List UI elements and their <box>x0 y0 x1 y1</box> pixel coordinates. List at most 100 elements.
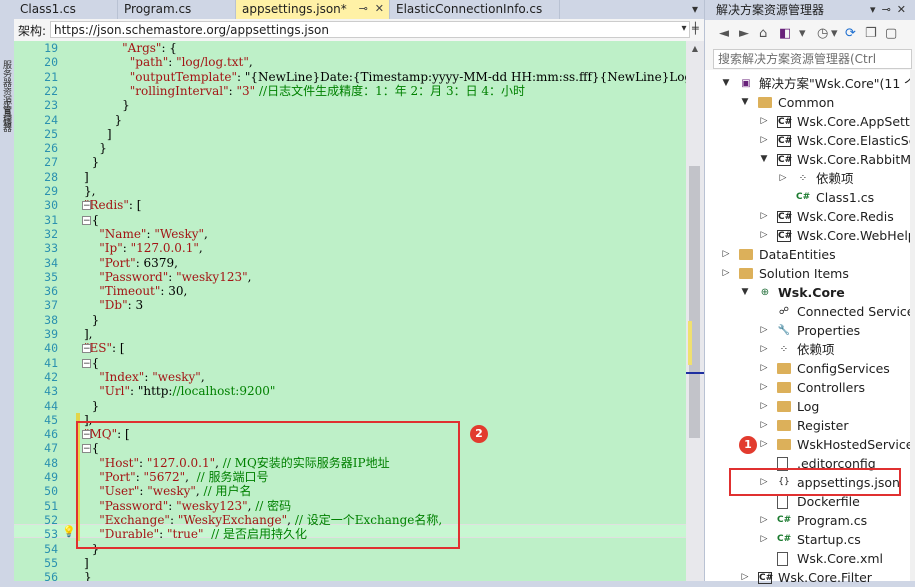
tree-item-label: Common <box>778 95 835 110</box>
tree-item[interactable]: ▷ Log <box>705 397 915 416</box>
chevron-right-icon[interactable]: ▷ <box>759 131 769 150</box>
tree-item[interactable]: ▷ 🔧 Properties <box>705 321 915 340</box>
tree-item[interactable]: ▷ C# Wsk.Core.WebHelp <box>705 226 915 245</box>
tree-item[interactable]: ▼ Common <box>705 93 915 112</box>
history-icon[interactable]: ◷ <box>817 26 828 41</box>
chevron-right-icon[interactable]: ▷ <box>740 568 750 587</box>
vs-switch-views-icon[interactable]: ◧ <box>779 26 791 41</box>
code-line: } <box>84 98 130 113</box>
annotation-badge-1: 1 <box>739 436 757 454</box>
dropdown-icon[interactable]: ▾ <box>799 26 806 41</box>
chevron-right-icon[interactable]: ▷ <box>721 264 731 283</box>
chevron-right-icon[interactable]: ▷ <box>759 359 769 378</box>
chevron-right-icon[interactable]: ▷ <box>778 169 788 188</box>
fold-toggle-icon[interactable]: − <box>82 215 91 225</box>
schema-input[interactable]: https://json.schemastore.org/appsettings… <box>50 21 690 38</box>
tab-label: Program.cs <box>124 2 192 16</box>
code-line: } <box>84 112 123 127</box>
chevron-down-icon[interactable]: ▾ <box>831 26 838 41</box>
tree-item[interactable]: ▷ C# Wsk.Core.Redis <box>705 207 915 226</box>
chevron-down-icon[interactable]: ▼ <box>759 150 769 169</box>
forward-icon[interactable]: ► <box>739 26 749 41</box>
solution-search-input[interactable]: 搜索解决方案资源管理器(Ctrl <box>713 49 912 69</box>
chevron-right-icon[interactable]: ▷ <box>759 112 769 131</box>
chevron-down-icon[interactable]: ▼ <box>721 74 731 93</box>
tree-item[interactable]: ▷ C# Wsk.Core.Filter <box>705 568 915 587</box>
chevron-down-icon[interactable]: ▼ <box>740 93 750 112</box>
collapse-all-icon[interactable]: ❐ <box>865 26 877 41</box>
tree-item[interactable]: ▷ Register <box>705 416 915 435</box>
tree-item-label: 依赖项 <box>816 171 854 186</box>
tree-item[interactable]: ▷ WskHostedService <box>705 435 915 454</box>
pin-icon[interactable]: ⊸ <box>359 2 368 15</box>
chevron-right-icon[interactable]: ▷ <box>759 416 769 435</box>
tree-item[interactable]: ▷ C# Startup.cs <box>705 530 915 549</box>
pin-icon[interactable]: ⊸ <box>882 3 897 16</box>
lightbulb-icon[interactable]: 💡 <box>62 525 76 538</box>
tab-elasticconnectioninfo[interactable]: ElasticConnectionInfo.cs <box>390 0 560 19</box>
tab-program[interactable]: Program.cs <box>118 0 236 19</box>
tree-item[interactable]: ▷ Solution Items <box>705 264 915 283</box>
tree-item[interactable]: ▷ C# Program.cs <box>705 511 915 530</box>
line-number: 48 <box>44 455 58 470</box>
tree-vertical-scrollbar[interactable] <box>910 70 915 581</box>
chevron-right-icon[interactable]: ▷ <box>759 207 769 226</box>
tree-item[interactable]: ☍ Connected Service <box>705 302 915 321</box>
tree-item-label: 解决方案"Wsk.Core"(11 个 <box>759 76 915 91</box>
chevron-down-icon[interactable]: ▾ <box>870 3 882 16</box>
csharp-project-icon: C# <box>777 135 793 147</box>
line-number: 32 <box>44 226 58 241</box>
code-line: } <box>84 155 100 170</box>
fold-toggle-icon[interactable]: − <box>82 201 91 211</box>
chevron-right-icon[interactable]: ▷ <box>759 321 769 340</box>
tab-appsettings[interactable]: appsettings.json* ⊸ ✕ <box>236 0 390 19</box>
line-number: 47 <box>44 441 58 456</box>
close-icon[interactable]: ✕ <box>897 3 912 16</box>
editor-vertical-scrollbar[interactable]: ▲ <box>686 41 704 581</box>
tabs-dropdown-icon[interactable]: ▾ <box>686 0 704 19</box>
schema-label: 架构: <box>18 24 47 38</box>
tree-item[interactable]: ▷ Controllers <box>705 378 915 397</box>
tree-item[interactable]: ▷ DataEntities <box>705 245 915 264</box>
tree-item[interactable]: ▼ ▣ 解决方案"Wsk.Core"(11 个 <box>705 74 915 93</box>
scroll-up-icon[interactable]: ▲ <box>686 43 704 55</box>
tab-class1[interactable]: Class1.cs <box>14 0 118 19</box>
tree-item[interactable]: ▷ ⁘ 依赖项 <box>705 340 915 359</box>
chevron-right-icon[interactable]: ▷ <box>759 435 769 454</box>
code-line: } <box>84 398 100 413</box>
line-number: 52 <box>44 512 58 527</box>
split-editor-icon[interactable]: ╪ <box>692 21 702 38</box>
line-number: 44 <box>44 398 58 413</box>
chevron-right-icon[interactable]: ▷ <box>759 397 769 416</box>
fold-toggle-icon[interactable]: − <box>82 344 91 354</box>
code-editor[interactable]: 19 "Args": {20 "path": "log/log.txt", 21 … <box>14 41 686 581</box>
refresh-icon[interactable]: ⟳ <box>845 26 856 41</box>
back-icon[interactable]: ◄ <box>719 26 729 41</box>
toolbox-tab[interactable]: 工具箱 <box>1 100 13 190</box>
chevron-down-icon[interactable]: ▼ <box>740 283 750 302</box>
code-line: "Timeout": 30, <box>99 284 188 299</box>
tree-item[interactable]: ▷ C# Wsk.Core.AppSetti <box>705 112 915 131</box>
tree-item[interactable]: ▷ C# Wsk.Core.ElasticSe <box>705 131 915 150</box>
fold-toggle-icon[interactable]: − <box>82 358 91 368</box>
chevron-right-icon[interactable]: ▷ <box>759 378 769 397</box>
chevron-right-icon[interactable]: ▷ <box>759 530 769 549</box>
chevron-down-icon[interactable]: ▾ <box>678 21 690 38</box>
tree-item-label: Wsk.Core.RabbitM <box>797 152 912 167</box>
connected-service-icon: ☍ <box>778 306 790 317</box>
tree-item[interactable]: ▷ ⁘ 依赖项 <box>705 169 915 188</box>
scrollbar-thumb[interactable] <box>689 166 700 438</box>
close-icon[interactable]: ✕ <box>375 2 384 15</box>
chevron-right-icon[interactable]: ▷ <box>759 511 769 530</box>
home-icon[interactable]: ⌂ <box>759 26 767 41</box>
tree-item[interactable]: C# Class1.cs <box>705 188 915 207</box>
show-all-files-icon[interactable]: ▢ <box>885 26 897 41</box>
tree-item[interactable]: ▼ C# Wsk.Core.RabbitM <box>705 150 915 169</box>
line-number: 29 <box>44 184 58 198</box>
chevron-right-icon[interactable]: ▷ <box>759 226 769 245</box>
chevron-right-icon[interactable]: ▷ <box>721 245 731 264</box>
tree-item[interactable]: ▷ ConfigServices <box>705 359 915 378</box>
tree-item[interactable]: ▼ ⊕ Wsk.Core <box>705 283 915 302</box>
tree-item[interactable]: Wsk.Core.xml <box>705 549 915 568</box>
chevron-right-icon[interactable]: ▷ <box>759 340 769 359</box>
